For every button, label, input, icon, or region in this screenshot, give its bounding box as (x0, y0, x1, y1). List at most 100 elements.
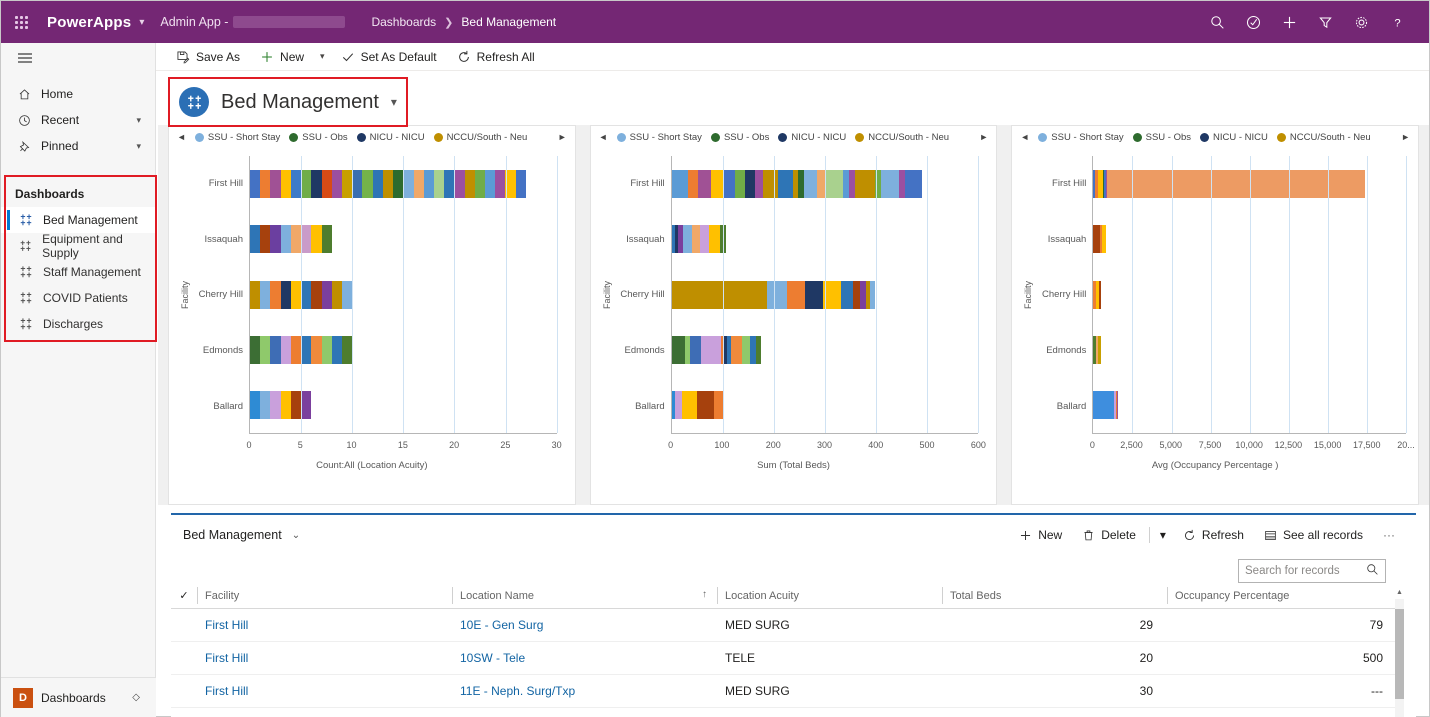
bar-segment[interactable] (290, 391, 302, 420)
legend-item[interactable]: NICU - NICU (1200, 132, 1268, 143)
stacked-bar[interactable] (671, 169, 961, 198)
bar-segment[interactable] (413, 169, 424, 198)
bar-segment[interactable] (485, 169, 496, 198)
bar-segment[interactable] (869, 280, 875, 309)
stacked-bar[interactable] (671, 225, 727, 254)
cell-facility[interactable]: First Hill (197, 608, 452, 642)
cell-location-name[interactable]: 10SW - Tele (452, 641, 717, 675)
grid-new-button[interactable]: New (1010, 521, 1071, 549)
search-icon[interactable] (1207, 12, 1227, 32)
search-input[interactable]: Search for records (1238, 559, 1386, 583)
legend-prev-icon[interactable]: ◄ (1020, 132, 1029, 142)
bar-segment[interactable] (696, 391, 714, 420)
scroll-up-icon[interactable]: ▲ (1395, 589, 1404, 596)
check-circle-icon[interactable] (1243, 12, 1263, 32)
bar-segment[interactable] (403, 169, 414, 198)
bar-segment[interactable] (250, 391, 261, 420)
dashboard-title-selector[interactable]: Bed Management ▾ (171, 79, 415, 125)
legend-item[interactable]: SSU - Obs (710, 132, 769, 143)
bar-segment[interactable] (250, 169, 261, 198)
refresh-all-button[interactable]: Refresh All (447, 43, 545, 71)
bar-segment[interactable] (697, 169, 711, 198)
table-row[interactable]: First Hill 10E - Gen Surg MED SURG 29 79 (171, 608, 1397, 642)
legend-item[interactable]: SSU - Short Stay (1038, 132, 1124, 143)
legend-prev-icon[interactable]: ◄ (599, 132, 608, 142)
sidebar-item-covid-patients[interactable]: COVID Patients (1, 285, 155, 311)
bar-segment[interactable] (331, 335, 342, 364)
bar-segment[interactable] (742, 335, 751, 364)
scrollbar-thumb[interactable] (1395, 609, 1404, 699)
bar-segment[interactable] (687, 169, 698, 198)
app-launcher-icon[interactable] (1, 1, 41, 43)
bar-segment[interactable] (762, 169, 779, 198)
bar-segment[interactable] (825, 169, 844, 198)
bar-segment[interactable] (855, 169, 876, 198)
sidebar-item-discharges[interactable]: Discharges (1, 311, 155, 337)
select-all-checkbox[interactable]: ✓ (171, 583, 197, 609)
legend-item[interactable]: NCCU/South - Neu (433, 132, 527, 143)
bar-segment[interactable] (290, 169, 302, 198)
bar-segment[interactable] (290, 225, 302, 254)
grid-refresh-button[interactable]: Refresh (1174, 521, 1253, 549)
stacked-bar[interactable] (1093, 169, 1366, 198)
bar-segment[interactable] (321, 280, 332, 309)
new-chevron-down-icon[interactable]: ▾ (314, 43, 331, 71)
bar-segment[interactable] (683, 225, 693, 254)
legend-item[interactable]: SSU - Short Stay (616, 132, 702, 143)
column-header-facility[interactable]: Facility (197, 583, 452, 609)
bar-segment[interactable] (1093, 391, 1114, 420)
bar-segment[interactable] (505, 169, 516, 198)
bar-segment[interactable] (280, 280, 291, 309)
bar-segment[interactable] (270, 280, 281, 309)
sort-ascending-icon[interactable]: ↑ (702, 589, 707, 600)
cell-location-name[interactable]: 11E - Neph. Surg/Txp (452, 674, 717, 708)
sidebar-item-staff-management[interactable]: Staff Management (1, 259, 155, 285)
chart-plot[interactable]: Facility First Hill Issaquah Cherry Hill… (591, 148, 997, 482)
bar-segment[interactable] (260, 280, 271, 309)
bar-segment[interactable] (331, 280, 342, 309)
bar-segment[interactable] (682, 391, 697, 420)
stacked-bar[interactable] (1093, 225, 1107, 254)
bar-segment[interactable] (280, 169, 291, 198)
stacked-bar[interactable] (1093, 335, 1101, 364)
bar-segment[interactable] (341, 280, 353, 309)
legend-item[interactable]: NICU - NICU (356, 132, 425, 143)
legend-item[interactable]: NICU - NICU (778, 132, 846, 143)
breadcrumb-item-dashboards[interactable]: Dashboards (371, 15, 436, 29)
column-header-location-name[interactable]: Location Name ↑ (452, 583, 717, 609)
bar-segment[interactable] (331, 169, 342, 198)
bar-segment[interactable] (393, 169, 404, 198)
bar-segment[interactable] (454, 169, 465, 198)
column-header-location-acuity[interactable]: Location Acuity (717, 583, 942, 609)
bar-segment[interactable] (352, 169, 363, 198)
chevron-down-icon[interactable]: ▾ (136, 141, 141, 152)
bar-segment[interactable] (444, 169, 455, 198)
bar-segment[interactable] (311, 280, 322, 309)
sidebar-item-equipment-and-supply[interactable]: Equipment and Supply (1, 232, 155, 260)
stacked-bar[interactable] (1093, 280, 1101, 309)
bar-segment[interactable] (423, 169, 434, 198)
grid-delete-button[interactable]: Delete (1073, 521, 1145, 549)
column-header-total-beds[interactable]: Total Beds (942, 583, 1167, 609)
stacked-bar[interactable] (671, 391, 723, 420)
chart-plot[interactable]: Facility First Hill Issaquah Cherry Hill… (169, 148, 575, 482)
bar-segment[interactable] (713, 391, 723, 420)
new-button[interactable]: New (250, 43, 314, 71)
bar-segment[interactable] (735, 169, 746, 198)
bar-segment[interactable] (260, 335, 271, 364)
bar-segment[interactable] (311, 169, 322, 198)
bar-segment[interactable] (270, 335, 281, 364)
bar-segment[interactable] (880, 169, 900, 198)
grid-see-all-records-button[interactable]: See all records (1255, 521, 1372, 549)
bar-segment[interactable] (270, 225, 281, 254)
sidebar-item-bed-management[interactable]: Bed Management (1, 207, 155, 233)
bar-segment[interactable] (787, 280, 805, 309)
bar-segment[interactable] (290, 280, 302, 309)
bar-segment[interactable] (700, 225, 709, 254)
table-row[interactable]: First Hill 11E - Neph. Surg/Txp MED SURG… (171, 674, 1397, 708)
bar-segment[interactable] (710, 169, 724, 198)
set-as-default-button[interactable]: Set As Default (331, 43, 447, 71)
bar-segment[interactable] (372, 169, 383, 198)
bar-segment[interactable] (1101, 225, 1107, 254)
table-row[interactable]: First Hill 10SW - Tele TELE 20 500 (171, 641, 1397, 675)
